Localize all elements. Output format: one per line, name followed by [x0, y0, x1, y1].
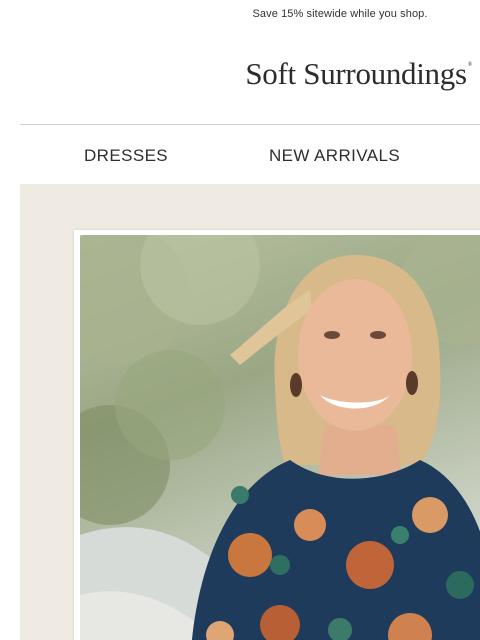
promo-text[interactable]: Save 15% sitewide while you shop. [200, 8, 480, 20]
header-divider [20, 124, 480, 125]
brand-name: Soft Surroundings [245, 56, 467, 91]
hero-photo-illustration [80, 235, 480, 640]
main-nav: DRESSES NEW ARRIVALS [20, 140, 480, 172]
hero-photo-frame [74, 230, 480, 640]
page: Save 15% sitewide while you shop. Soft S… [0, 0, 480, 640]
registered-mark: ® [467, 62, 473, 68]
nav-item-new-arrivals[interactable]: NEW ARRIVALS [269, 146, 400, 166]
hero-banner[interactable] [20, 184, 480, 640]
hero-photo[interactable] [80, 235, 480, 640]
brand-logo[interactable]: Soft Surroundings® [245, 56, 472, 92]
promo-banner[interactable]: Save 15% sitewide while you shop. [0, 0, 480, 32]
nav-item-dresses[interactable]: DRESSES [84, 146, 168, 166]
